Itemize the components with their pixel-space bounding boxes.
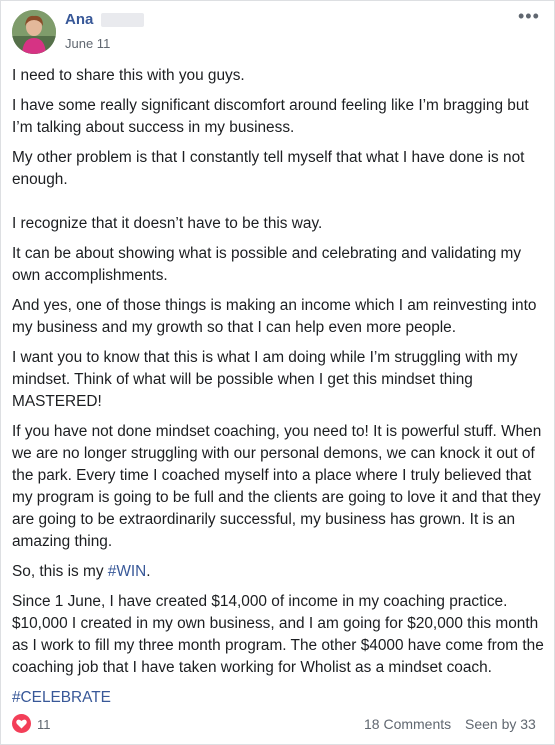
more-options-icon[interactable]: ••• [518,7,542,25]
celebrate-hashtag[interactable]: #CELEBRATE [12,689,111,706]
paragraph: It can be about showing what is possible… [12,245,522,284]
post-date[interactable]: June 11 [65,36,110,51]
profile-photo [12,10,56,54]
paragraph: I have some really significant discomfor… [12,97,529,136]
paragraph: I need to share this with you guys. [12,67,245,84]
comments-link[interactable]: 18 Comments [364,716,451,732]
author-name[interactable]: Ana [65,11,93,28]
win-suffix: . [146,563,151,580]
post-footer: 11 18 Comments Seen by 33 [1,712,555,740]
paragraph: Since 1 June, I have created $14,000 of … [12,593,544,676]
group-post: Ana June 11 ••• I need to share this wit… [0,0,555,745]
seen-by-link[interactable]: Seen by 33 [465,716,536,732]
avatar[interactable] [12,10,56,54]
celebrate-paragraph: #CELEBRATE [12,687,547,709]
post-body: I need to share this with you guys. I ha… [12,65,547,717]
win-paragraph: So, this is my #WIN. [12,561,547,583]
win-prefix: So, this is my [12,563,108,580]
love-reaction-icon[interactable] [12,714,31,733]
paragraph: I want you to know that this is what I a… [12,349,518,410]
reaction-count[interactable]: 11 [37,717,51,732]
win-hashtag[interactable]: #WIN [108,563,146,580]
paragraph: I recognize that it doesn’t have to be t… [12,215,323,232]
paragraph: If you have not done mindset coaching, y… [12,423,542,550]
paragraph: My other problem is that I constantly te… [12,149,525,188]
heart-icon [16,719,27,728]
paragraph: And yes, one of those things is making a… [12,297,537,336]
redacted-surname [101,13,144,27]
